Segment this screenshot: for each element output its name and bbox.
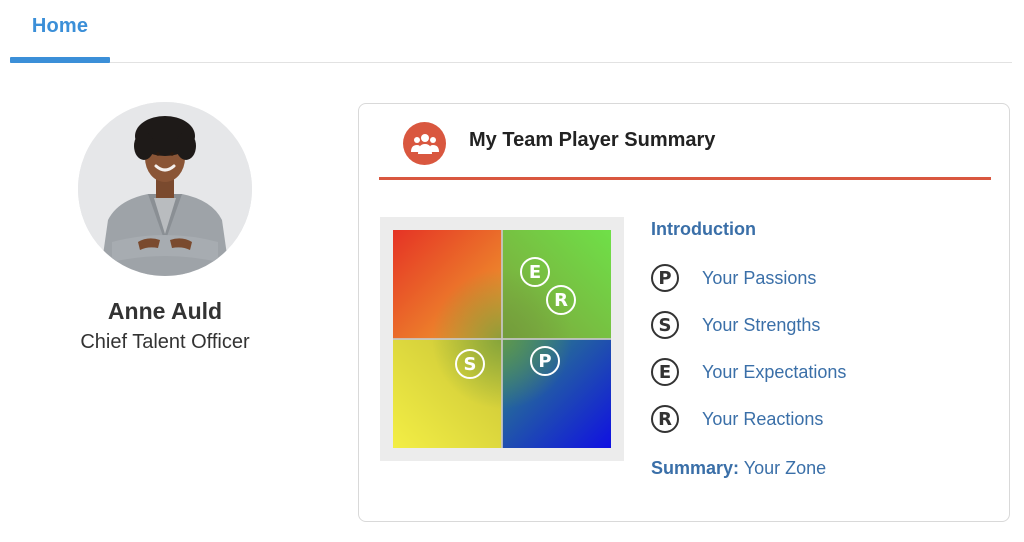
summary-label: Your Zone (743, 458, 827, 478)
link-your-passions[interactable]: P Your Passions (651, 261, 816, 295)
link-your-expectations[interactable]: E Your Expectations (651, 355, 846, 389)
avatar-person-illustration (78, 102, 252, 276)
chart-marker-reactions: R (546, 285, 576, 315)
chart-marker-passions: P (530, 346, 560, 376)
tab-home-label: Home (31, 14, 89, 37)
profile-name: Anne Auld (107, 298, 223, 324)
profile-panel: Anne Auld Chief Talent Officer (54, 102, 276, 354)
team-group-icon (403, 122, 446, 165)
link-your-reactions[interactable]: R Your Reactions (651, 402, 823, 436)
expectations-letter-icon: E (651, 358, 679, 386)
chart-marker-strengths: S (455, 349, 485, 379)
team-player-quadrant-chart: E R S P (393, 230, 611, 448)
strengths-letter-icon: S (651, 311, 679, 339)
link-your-passions-label: Your Passions (702, 267, 817, 288)
tab-bar: Home (10, 0, 1012, 63)
card-header: My Team Player Summary (379, 104, 991, 180)
avatar (78, 102, 252, 276)
link-your-reactions-label: Your Reactions (702, 408, 824, 429)
profile-role: Chief Talent Officer (80, 331, 250, 353)
reactions-letter-icon: R (651, 405, 679, 433)
link-your-strengths[interactable]: S Your Strengths (651, 308, 820, 342)
link-your-strengths-label: Your Strengths (702, 314, 821, 335)
team-player-chart-frame: E R S P (380, 217, 624, 461)
card-title: My Team Player Summary (469, 129, 716, 151)
tab-active-indicator (10, 57, 110, 63)
summary-links: Introduction P Your Passions S Your Stre… (651, 217, 991, 478)
link-your-expectations-label: Your Expectations (702, 361, 847, 382)
team-player-summary-card: My Team Player Summary E R S P Introduct… (358, 103, 1010, 522)
introduction-link[interactable]: Introduction (651, 219, 991, 241)
summary-your-zone-link[interactable]: Summary: Your Zone (651, 458, 826, 479)
summary-prefix: Summary: (651, 458, 740, 478)
passions-letter-icon: P (651, 264, 679, 292)
app-root: Home Anne Auld Chief Talent Officer My T… (0, 0, 1024, 542)
chart-marker-expectations: E (520, 257, 550, 287)
tab-home[interactable]: Home (10, 0, 110, 63)
